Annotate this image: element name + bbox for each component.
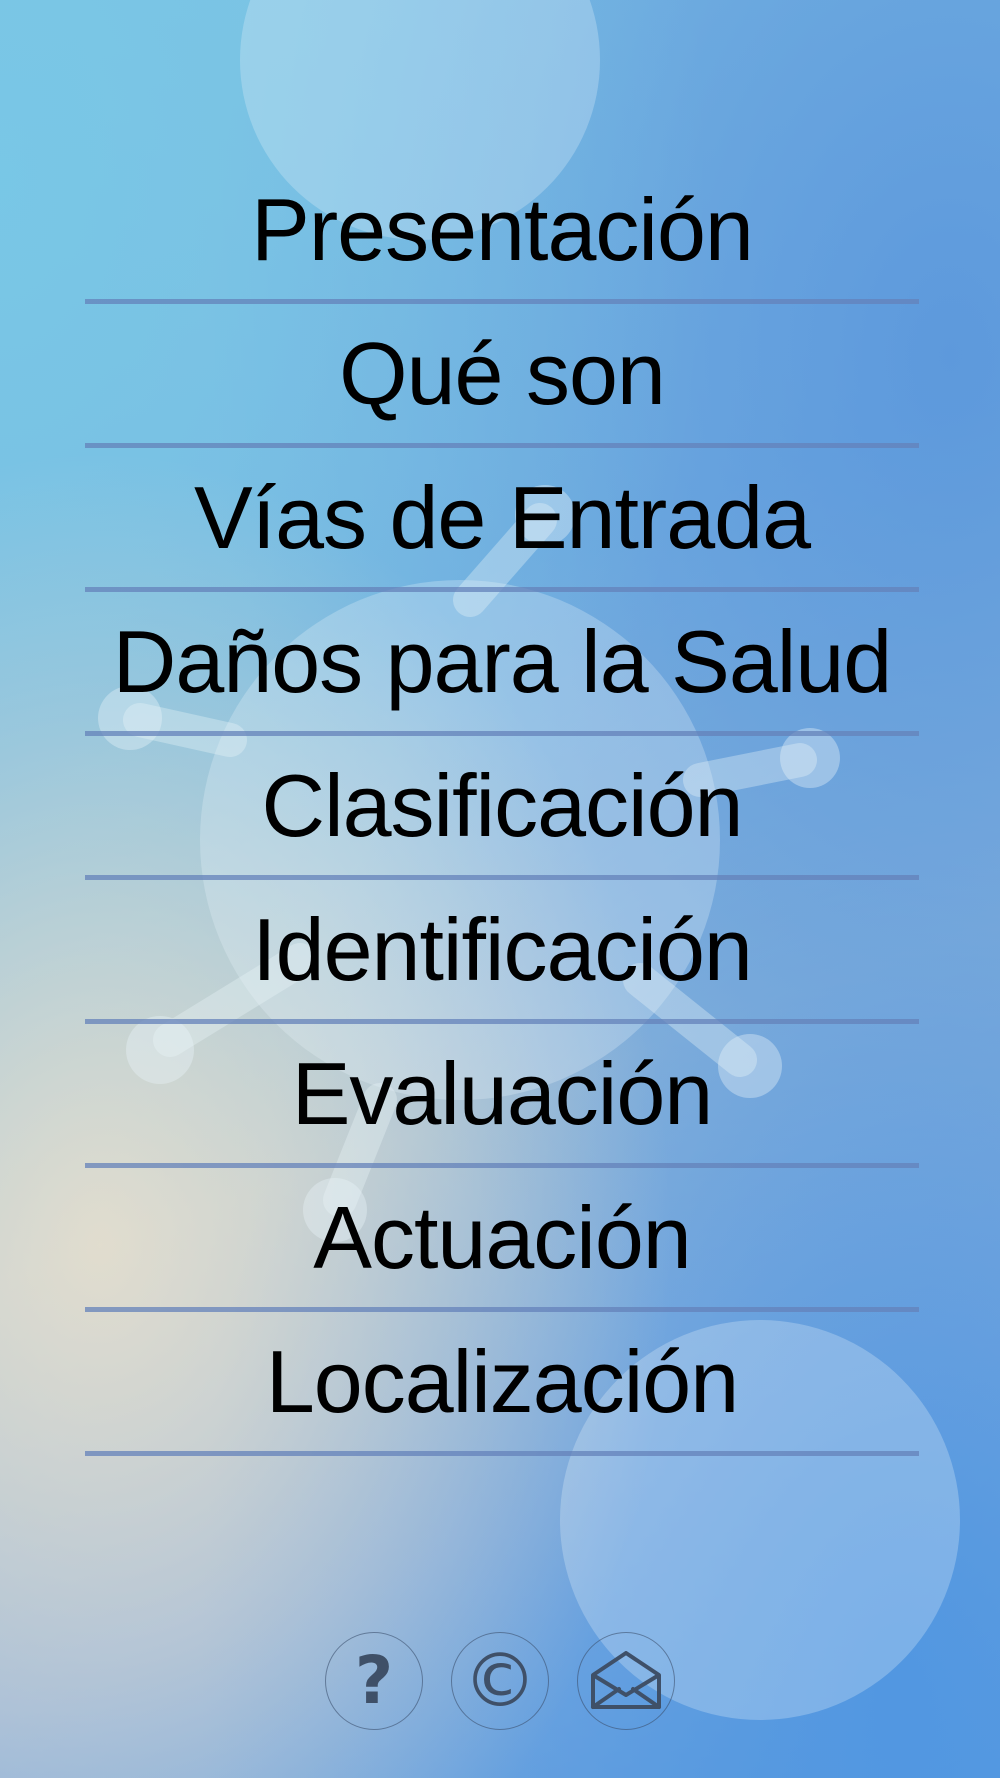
help-button[interactable]: ?: [325, 1632, 423, 1730]
menu-item-danos-salud[interactable]: Daños para la Salud: [85, 592, 919, 736]
footer-toolbar: ? ©: [0, 1632, 1000, 1730]
copyright-icon: ©: [463, 1644, 537, 1718]
mail-button[interactable]: [577, 1632, 675, 1730]
menu-item-clasificacion[interactable]: Clasificación: [85, 736, 919, 880]
main-menu: Presentación Qué son Vías de Entrada Dañ…: [85, 160, 919, 1456]
menu-item-label: Daños para la Salud: [112, 611, 892, 711]
copyright-glyph: ©: [463, 1638, 537, 1724]
menu-item-presentacion[interactable]: Presentación: [85, 160, 919, 304]
menu-item-vias-de-entrada[interactable]: Vías de Entrada: [85, 448, 919, 592]
menu-item-label: Clasificación: [261, 755, 744, 855]
help-glyph: ?: [354, 1642, 394, 1719]
menu-item-label: Qué son: [339, 323, 666, 423]
menu-item-label: Localización: [265, 1331, 739, 1431]
menu-item-actuacion[interactable]: Actuación: [85, 1168, 919, 1312]
copyright-button[interactable]: ©: [451, 1632, 549, 1730]
menu-item-label: Identificación: [252, 899, 753, 999]
menu-item-label: Vías de Entrada: [193, 467, 811, 567]
mail-icon: [589, 1651, 663, 1711]
menu-item-que-son[interactable]: Qué son: [85, 304, 919, 448]
menu-item-label: Actuación: [313, 1187, 691, 1287]
menu-item-identificacion[interactable]: Identificación: [85, 880, 919, 1024]
menu-item-label: Presentación: [251, 179, 754, 279]
help-icon: ?: [355, 1648, 393, 1714]
menu-item-localizacion[interactable]: Localización: [85, 1312, 919, 1456]
menu-item-label: Evaluación: [291, 1043, 714, 1143]
menu-item-evaluacion[interactable]: Evaluación: [85, 1024, 919, 1168]
